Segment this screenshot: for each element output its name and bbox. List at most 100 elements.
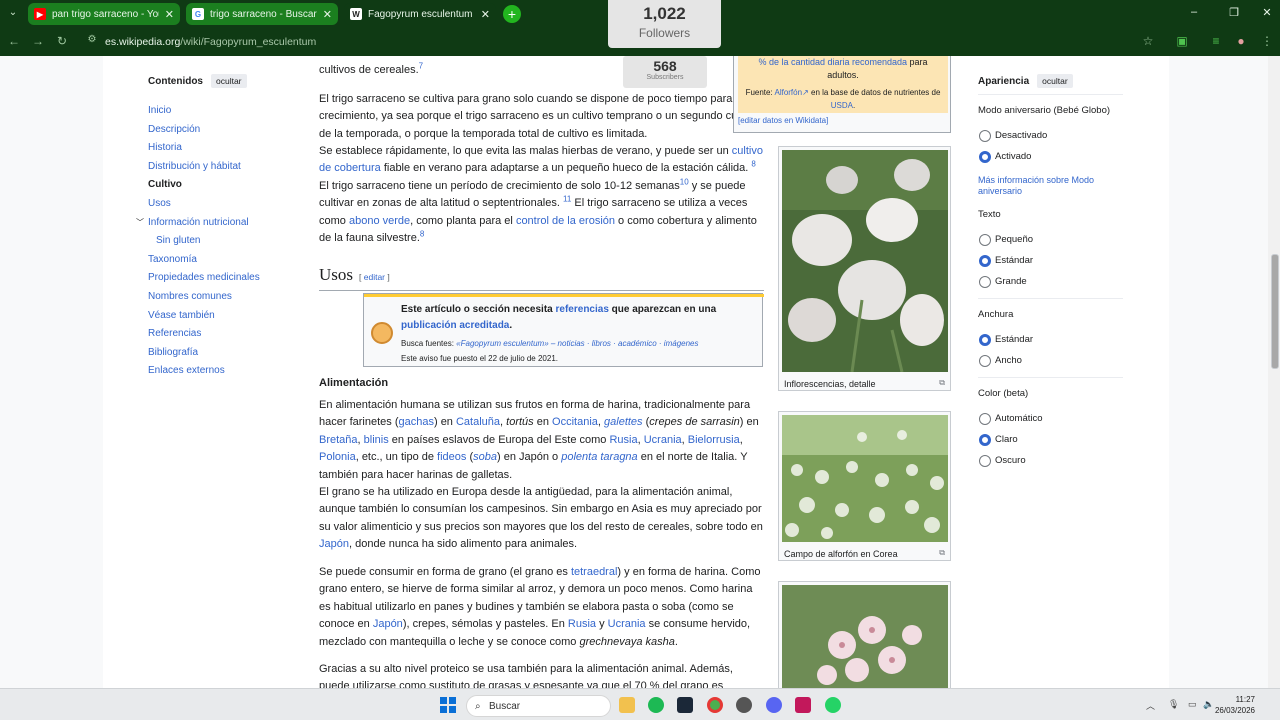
- toc-item-vease-tambien[interactable]: Véase también: [148, 309, 293, 328]
- radio-circle-selected[interactable]: [979, 333, 991, 346]
- link-fideos[interactable]: fideos: [437, 451, 466, 463]
- toc-hide-button[interactable]: ocultar: [211, 74, 247, 88]
- forward-icon[interactable]: →: [30, 34, 46, 48]
- taskbar-clock[interactable]: 11:27 26/03/2026: [1215, 694, 1255, 716]
- app-icon[interactable]: [795, 697, 811, 713]
- toc-item-taxonomia[interactable]: Taxonomía: [148, 253, 293, 272]
- link-gachas[interactable]: gachas: [398, 416, 433, 428]
- obs-icon[interactable]: [736, 697, 752, 713]
- scrollbar-thumb[interactable]: [1271, 254, 1279, 369]
- link-japon[interactable]: Japón: [373, 618, 403, 630]
- extension-icon[interactable]: ▣: [1174, 34, 1190, 48]
- toc-item-cultivo[interactable]: Cultivo: [148, 178, 293, 197]
- radio-circle-selected[interactable]: [979, 433, 991, 446]
- radio-circle-selected[interactable]: [979, 254, 991, 267]
- radio-estandar-text[interactable]: Estándar: [978, 250, 1123, 271]
- link-bielorrusia[interactable]: Bielorrusia: [688, 434, 740, 446]
- link-cantidad-diaria[interactable]: % de la cantidad diaria recomendada: [758, 57, 907, 67]
- reference[interactable]: 7: [419, 61, 423, 70]
- new-tab-button[interactable]: +: [503, 5, 521, 23]
- radio-claro[interactable]: Claro: [978, 429, 1123, 450]
- reference[interactable]: 10: [680, 177, 689, 186]
- spotify-icon[interactable]: [648, 697, 664, 713]
- chevron-down-icon[interactable]: ﹀: [136, 216, 144, 230]
- toc-item-propiedades[interactable]: Propiedades medicinales: [148, 271, 293, 290]
- whatsapp-icon[interactable]: [825, 697, 841, 713]
- link-soba[interactable]: soba: [473, 451, 497, 463]
- reference[interactable]: 8: [751, 160, 755, 169]
- radio-grande[interactable]: Grande: [978, 271, 1123, 292]
- link-polenta-taragna[interactable]: polenta taragna: [561, 451, 637, 463]
- site-info-icon[interactable]: ⚙: [84, 34, 100, 45]
- maximize-icon[interactable]: ❐: [1227, 6, 1241, 19]
- profile-avatar-icon[interactable]: ●: [1233, 34, 1249, 48]
- back-icon[interactable]: ←: [6, 34, 22, 48]
- link-rusia[interactable]: Rusia: [609, 434, 637, 446]
- link-referencias[interactable]: referencias: [556, 304, 609, 315]
- link-bretana[interactable]: Bretaña: [319, 434, 358, 446]
- toc-item-informacion-nutricional[interactable]: ﹀ Información nutricional: [136, 216, 293, 235]
- radio-circle[interactable]: [979, 412, 991, 425]
- enlarge-icon[interactable]: ⧉: [939, 377, 945, 389]
- radio-circle[interactable]: [979, 275, 991, 288]
- link-publicacion-acreditada[interactable]: publicación acreditada: [401, 320, 509, 331]
- radio-estandar-width[interactable]: Estándar: [978, 329, 1123, 350]
- bookmark-star-icon[interactable]: ☆: [1140, 34, 1156, 48]
- toc-item-descripcion[interactable]: Descripción: [148, 123, 293, 142]
- flowers-photo[interactable]: [782, 585, 948, 688]
- edit-link[interactable]: editar: [364, 272, 385, 282]
- microphone-icon[interactable]: 🎙: [1168, 699, 1179, 710]
- steam-icon[interactable]: [677, 697, 693, 713]
- menu-kebab-icon[interactable]: ⋮: [1259, 34, 1275, 48]
- edit-section-link[interactable]: [ editar ]: [359, 272, 390, 282]
- close-tab-icon[interactable]: ✕: [481, 8, 490, 21]
- toc-item-bibliografia[interactable]: Bibliografía: [148, 346, 293, 365]
- link-control-erosion[interactable]: control de la erosión: [516, 215, 615, 227]
- radio-circle[interactable]: [979, 454, 991, 467]
- radio-oscuro[interactable]: Oscuro: [978, 450, 1123, 471]
- link-cataluna[interactable]: Cataluña: [456, 416, 500, 428]
- link-rusia[interactable]: Rusia: [568, 618, 596, 630]
- address-bar[interactable]: es.wikipedia.org/wiki/Fagopyrum_esculent…: [105, 36, 316, 48]
- toc-item-usos[interactable]: Usos: [148, 197, 293, 216]
- radio-automatico[interactable]: Automático: [978, 408, 1123, 429]
- anniversary-more-link[interactable]: Más información sobre Modo aniversario: [978, 175, 1123, 197]
- page-scrollbar[interactable]: [1268, 56, 1280, 688]
- radio-circle[interactable]: [979, 354, 991, 367]
- volume-icon[interactable]: 🔈: [1203, 699, 1214, 710]
- link-tetraedral[interactable]: tetraedral: [571, 566, 617, 578]
- radio-circle[interactable]: [979, 233, 991, 246]
- toc-item-referencias[interactable]: Referencias: [148, 327, 293, 346]
- link-alforfon[interactable]: Alforfón: [774, 88, 802, 97]
- tab-google[interactable]: G trigo sarraceno - Buscar con Google ✕: [186, 3, 338, 25]
- edit-wikidata-link[interactable]: [editar datos en Wikidata]: [738, 116, 828, 125]
- tray-chevron-icon[interactable]: ︿: [1146, 699, 1155, 712]
- link-galettes[interactable]: galettes: [604, 416, 643, 428]
- radio-ancho[interactable]: Ancho: [978, 350, 1123, 371]
- link-polonia[interactable]: Polonia: [319, 451, 356, 463]
- inflorescence-photo[interactable]: [782, 150, 948, 373]
- toc-item-enlaces-externos[interactable]: Enlaces externos: [148, 364, 293, 383]
- radio-desactivado[interactable]: Desactivado: [978, 125, 1123, 146]
- toc-item-nombres-comunes[interactable]: Nombres comunes: [148, 290, 293, 309]
- toc-item-historia[interactable]: Historia: [148, 141, 293, 160]
- discord-icon[interactable]: [766, 697, 782, 713]
- tab-youtube[interactable]: ▶ pan trigo sarraceno - YouTube ✕: [28, 3, 180, 25]
- link-occitania[interactable]: Occitania: [552, 416, 598, 428]
- windows-start-icon[interactable]: [440, 697, 456, 713]
- close-tab-icon[interactable]: ✕: [323, 8, 332, 21]
- appearance-hide-button[interactable]: ocultar: [1037, 74, 1073, 88]
- enlarge-icon[interactable]: ⧉: [939, 547, 945, 559]
- link-ucrania[interactable]: Ucrania: [644, 434, 682, 446]
- toc-item-sin-gluten[interactable]: Sin gluten: [148, 234, 293, 253]
- radio-circle[interactable]: [979, 129, 991, 142]
- chrome-icon[interactable]: [707, 697, 723, 713]
- close-tab-icon[interactable]: ✕: [165, 8, 174, 21]
- minimize-icon[interactable]: –: [1187, 6, 1201, 18]
- toc-item-inicio[interactable]: Inicio: [148, 104, 293, 123]
- link-japon[interactable]: Japón: [319, 538, 349, 550]
- file-explorer-icon[interactable]: [619, 697, 635, 713]
- sources-links[interactable]: «Fagopyrum esculentum» – noticias · libr…: [456, 339, 698, 348]
- link-blinis[interactable]: blinis: [364, 434, 389, 446]
- reference[interactable]: 8: [420, 229, 424, 238]
